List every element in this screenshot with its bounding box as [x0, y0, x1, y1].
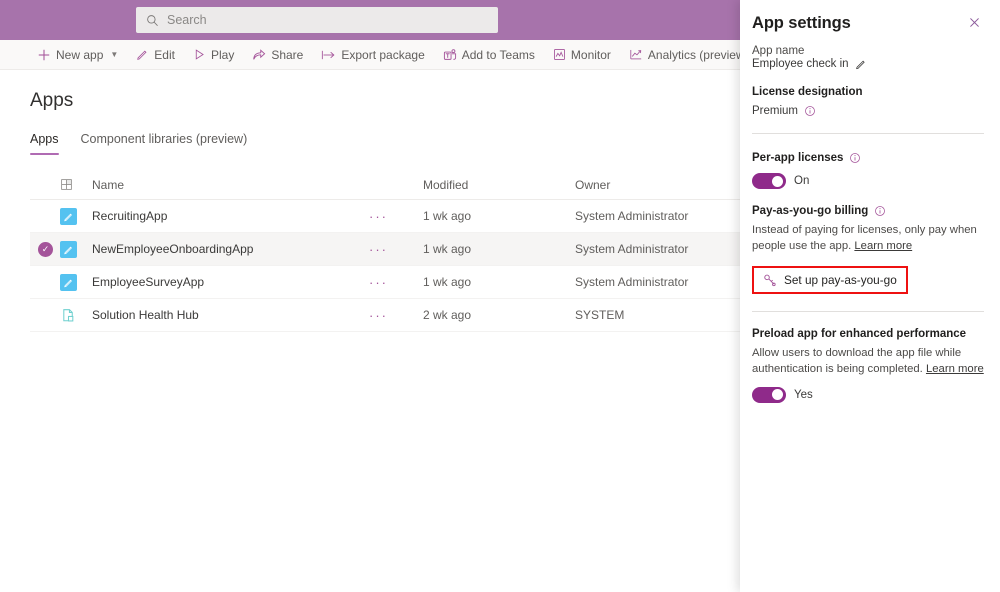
tab-apps[interactable]: Apps	[30, 132, 59, 155]
app-owner: System Administrator	[575, 275, 740, 289]
close-icon[interactable]	[965, 14, 984, 31]
info-icon[interactable]	[804, 105, 816, 117]
license-designation-value-row: Premium	[752, 105, 984, 117]
add-to-teams-button[interactable]: Add to Teams	[434, 40, 544, 70]
payg-label: Pay-as-you-go billing	[752, 205, 868, 217]
export-package-button[interactable]: Export package	[312, 40, 433, 70]
edit-label: Edit	[154, 48, 175, 62]
chevron-down-icon: ▼	[110, 50, 118, 59]
per-app-licenses-toggle[interactable]	[752, 173, 786, 189]
row-overflow-menu[interactable]: ···	[369, 275, 423, 290]
preload-label: Preload app for enhanced performance	[752, 328, 984, 340]
share-button[interactable]: Share	[243, 40, 312, 70]
tab-component-libraries[interactable]: Component libraries (preview)	[81, 132, 248, 155]
check-icon: ✓	[38, 242, 53, 257]
app-modified: 1 wk ago	[423, 242, 575, 256]
app-name[interactable]: RecruitingApp	[92, 209, 369, 223]
table-row[interactable]: Solution Health Hub ··· 2 wk ago SYSTEM	[30, 299, 740, 332]
per-app-licenses-label: Per-app licenses	[752, 152, 843, 164]
app-name[interactable]: NewEmployeeOnboardingApp	[92, 242, 369, 256]
play-label: Play	[211, 48, 234, 62]
plus-icon	[37, 48, 51, 62]
payg-button-label: Set up pay-as-you-go	[784, 273, 897, 287]
search-placeholder: Search	[167, 13, 207, 27]
analytics-label: Analytics (preview)	[648, 48, 749, 62]
monitor-icon	[553, 48, 566, 61]
per-app-licenses-state: On	[794, 175, 809, 187]
preload-learn-more-link[interactable]: Learn more	[926, 363, 984, 375]
canvas-app-icon	[60, 208, 92, 225]
license-designation-value: Premium	[752, 105, 798, 117]
app-name-value: Employee check in	[752, 58, 849, 70]
export-icon	[321, 48, 336, 62]
per-app-licenses-toggle-row: On	[752, 173, 984, 189]
app-name-value-row: Employee check in	[752, 58, 984, 70]
info-icon[interactable]	[874, 205, 886, 217]
app-owner: System Administrator	[575, 242, 740, 256]
page-title: Apps	[30, 90, 73, 112]
app-name-label: App name	[752, 45, 984, 57]
table-row[interactable]: ✓ NewEmployeeOnboardingApp ··· 1 wk ago …	[30, 233, 740, 266]
new-app-label: New app	[56, 48, 103, 62]
powerapps-maker-portal: Search Environ Huma New app ▼ Edit	[0, 0, 1000, 592]
edit-button[interactable]: Edit	[127, 40, 184, 70]
header-name[interactable]: Name	[92, 178, 369, 192]
payg-learn-more-link[interactable]: Learn more	[854, 240, 912, 252]
play-button[interactable]: Play	[184, 40, 243, 70]
header-modified[interactable]: Modified	[423, 178, 575, 192]
divider	[752, 311, 984, 312]
payg-description: Instead of paying for licenses, only pay…	[752, 222, 984, 255]
app-settings-panel: App settings App name Employee check in …	[740, 0, 1000, 592]
analytics-button[interactable]: Analytics (preview)	[620, 40, 758, 70]
header-owner[interactable]: Owner	[575, 178, 740, 192]
search-icon	[146, 14, 159, 27]
payg-key-icon	[763, 273, 777, 287]
preload-description: Allow users to download the app file whi…	[752, 345, 984, 378]
search-input[interactable]: Search	[136, 7, 498, 33]
table-row[interactable]: RecruitingApp ··· 1 wk ago System Admini…	[30, 200, 740, 233]
app-grid-icon	[60, 178, 92, 191]
tab-list: Apps Component libraries (preview)	[30, 132, 247, 155]
canvas-app-icon	[60, 241, 92, 258]
share-icon	[252, 48, 266, 62]
per-app-licenses-header: Per-app licenses	[752, 152, 984, 164]
app-modified: 2 wk ago	[423, 308, 575, 322]
payg-header: Pay-as-you-go billing	[752, 205, 984, 217]
model-app-icon	[60, 307, 92, 324]
preload-state: Yes	[794, 389, 813, 401]
export-package-label: Export package	[341, 48, 424, 62]
preload-toggle[interactable]	[752, 387, 786, 403]
table-header-row: Name Modified Owner	[30, 170, 740, 200]
monitor-label: Monitor	[571, 48, 611, 62]
divider	[752, 133, 984, 134]
apps-table: Name Modified Owner RecruitingApp ··· 1 …	[30, 170, 740, 332]
table-row[interactable]: EmployeeSurveyApp ··· 1 wk ago System Ad…	[30, 266, 740, 299]
set-up-pay-as-you-go-button[interactable]: Set up pay-as-you-go	[752, 266, 908, 294]
teams-icon	[443, 48, 457, 62]
row-select[interactable]: ✓	[30, 242, 60, 257]
app-owner: System Administrator	[575, 209, 740, 223]
info-icon[interactable]	[849, 152, 861, 164]
share-label: Share	[271, 48, 303, 62]
pencil-icon	[136, 48, 149, 61]
new-app-button[interactable]: New app ▼	[28, 40, 127, 70]
app-owner: SYSTEM	[575, 308, 740, 322]
monitor-button[interactable]: Monitor	[544, 40, 620, 70]
row-overflow-menu[interactable]: ···	[369, 209, 423, 224]
app-name[interactable]: Solution Health Hub	[92, 308, 369, 322]
preload-toggle-row: Yes	[752, 387, 984, 403]
play-icon	[193, 48, 206, 61]
panel-title: App settings	[752, 14, 851, 33]
row-overflow-menu[interactable]: ···	[369, 308, 423, 323]
row-overflow-menu[interactable]: ···	[369, 242, 423, 257]
app-modified: 1 wk ago	[423, 209, 575, 223]
app-name[interactable]: EmployeeSurveyApp	[92, 275, 369, 289]
add-to-teams-label: Add to Teams	[462, 48, 535, 62]
analytics-icon	[629, 48, 643, 61]
canvas-app-icon	[60, 274, 92, 291]
license-designation-label: License designation	[752, 86, 984, 98]
pencil-icon[interactable]	[855, 58, 867, 70]
app-modified: 1 wk ago	[423, 275, 575, 289]
panel-header: App settings	[752, 14, 984, 33]
